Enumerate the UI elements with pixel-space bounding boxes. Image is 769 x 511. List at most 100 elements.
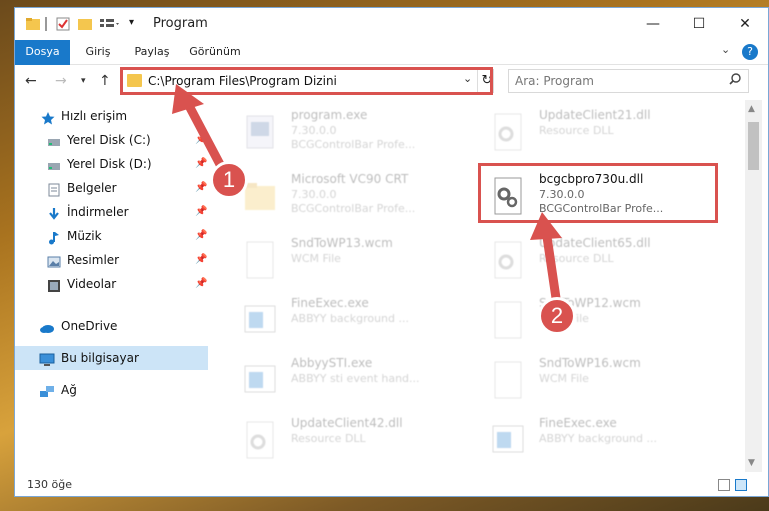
file-name: UpdateClient65.dll [539,236,651,250]
sidebar-item-label: Ağ [61,383,77,397]
file-description: BCGControlBar Profe... [291,202,416,215]
file-description: WCM File [291,252,341,265]
folder-icon [243,176,277,218]
up-button[interactable]: ↑ [99,73,111,89]
file-name: SndToWP13.wcm [291,236,393,250]
pin-icon[interactable]: 📌 [195,152,207,176]
search-icon[interactable] [729,73,741,89]
file-version: 7.30.0.0 [291,188,337,201]
sidebar-item-label: Müzik [67,229,102,243]
minimize-button[interactable]: — [630,8,676,40]
sidebar-item-label: Yerel Disk (D:) [67,157,152,171]
sidebar-item-quick-access[interactable]: Hızlı erişim [15,104,208,128]
scrollbar-thumb[interactable] [748,122,759,170]
file-item[interactable]: UpdateClient42.dll Resource DLL [237,412,467,468]
network-icon [39,383,55,397]
file-item[interactable]: program.exe 7.30.0.0 BCGControlBar Profe… [237,104,467,160]
window-title: Program [153,16,208,31]
file-item[interactable]: SndToWP12.wcm WCM File [485,292,715,348]
drive-icon [47,157,61,171]
sidebar-item-label: Belgeler [67,181,117,195]
sidebar-item-network[interactable]: Ağ [15,378,208,402]
sidebar-item-pictures[interactable]: Resimler 📌 [15,248,208,272]
file-item[interactable]: FineExec.exe ABBYY background ... [237,292,467,348]
step-badge-2: 2 [538,297,576,335]
window-app-icon [243,360,277,402]
sidebar-item-onedrive[interactable]: OneDrive [15,314,208,338]
pin-icon[interactable]: 📌 [195,272,207,296]
search-box[interactable]: Ara: Program [508,69,749,93]
tiles-view-icon[interactable] [735,479,747,491]
file-item[interactable]: SndToWP13.wcm WCM File [237,232,467,288]
star-icon [41,109,55,125]
sidebar-item-this-pc[interactable]: Bu bilgisayar [15,346,208,370]
folder-icon [25,16,41,32]
dll-gear-icon [491,240,525,282]
file-description: WCM File [539,372,589,385]
navigation-pane: Hızlı erişim Yerel Disk (C:) 📌 Yerel Dis… [15,100,208,472]
file-item[interactable]: Microsoft VC90 CRT 7.30.0.0 BCGControlBa… [237,168,467,224]
documents-icon [47,181,61,197]
file-item[interactable]: AbbyySTI.exe ABBYY sti event hand... [237,352,467,408]
file-name: SndToWP16.wcm [539,356,641,370]
tab-share[interactable]: Paylaş [127,40,177,64]
close-button[interactable]: ✕ [722,8,768,40]
new-folder-icon[interactable] [77,16,93,32]
sidebar-item-label: Bu bilgisayar [61,351,139,365]
cloud-icon [39,319,55,333]
file-name: program.exe [291,108,368,122]
properties-icon[interactable] [55,16,71,32]
window-app-icon [491,420,525,462]
title-bar: ▾ Program — ☐ ✕ [15,8,768,40]
details-view-icon[interactable] [718,479,730,491]
sidebar-item-local-disk-c[interactable]: Yerel Disk (C:) 📌 [15,128,208,152]
file-description: Resource DLL [291,432,366,445]
status-bar: 130 öğe [15,474,768,496]
file-description: Resource DLL [539,252,614,265]
file-list: program.exe 7.30.0.0 BCGControlBar Profe… [223,100,745,472]
file-name: UpdateClient21.dll [539,108,651,122]
sidebar-item-documents[interactable]: Belgeler 📌 [15,176,208,200]
sidebar-item-label: Resimler [67,253,120,267]
search-input[interactable]: Ara: Program [515,74,594,88]
sidebar-item-music[interactable]: Müzik 📌 [15,224,208,248]
sidebar-item-label: Videolar [67,277,117,291]
forward-button[interactable]: → [55,73,67,89]
pin-icon[interactable]: 📌 [195,200,207,224]
file-version: 7.30.0.0 [291,124,337,137]
file-name: UpdateClient42.dll [291,416,403,430]
view-menu-icon[interactable] [99,16,121,32]
file-item[interactable]: UpdateClient65.dll Resource DLL [485,232,715,288]
item-count: 130 öğe [27,478,72,491]
file-item[interactable]: SndToWP16.wcm WCM File [485,352,715,408]
help-icon[interactable]: ? [742,44,758,60]
maximize-button[interactable]: ☐ [676,8,722,40]
pin-icon[interactable]: 📌 [195,128,207,152]
file-item[interactable]: UpdateClient21.dll Resource DLL [485,104,715,160]
scroll-down-icon[interactable]: ▼ [748,458,755,468]
expand-ribbon-icon[interactable]: ⌄ [721,43,730,56]
file-description: ABBYY sti event hand... [291,372,420,385]
pin-icon[interactable]: 📌 [195,176,207,200]
drive-icon [47,133,61,147]
back-button[interactable]: ← [25,73,37,89]
pin-icon[interactable]: 📌 [195,224,207,248]
customize-toolbar-icon[interactable]: ▾ [129,17,145,33]
file-name: AbbyySTI.exe [291,356,373,370]
music-icon [47,229,61,245]
recent-locations-button[interactable]: ▾ [81,76,86,86]
sidebar-item-local-disk-d[interactable]: Yerel Disk (D:) 📌 [15,152,208,176]
scroll-up-icon[interactable]: ▲ [748,104,755,114]
vertical-scrollbar[interactable]: ▲ ▼ [745,100,762,472]
pin-icon[interactable]: 📌 [195,248,207,272]
tab-view[interactable]: Görünüm [185,40,245,64]
sidebar-item-downloads[interactable]: İndirmeler 📌 [15,200,208,224]
file-item[interactable]: FineExec.exe ABBYY background ... [485,412,715,468]
pictures-icon [47,253,61,268]
dll-gear-icon [243,420,277,462]
file-name: Microsoft VC90 CRT [291,172,409,186]
step-badge-1: 1 [210,161,248,199]
tab-home[interactable]: Giriş [77,40,119,64]
window-app-icon [243,300,277,342]
sidebar-item-videos[interactable]: Videolar 📌 [15,272,208,296]
